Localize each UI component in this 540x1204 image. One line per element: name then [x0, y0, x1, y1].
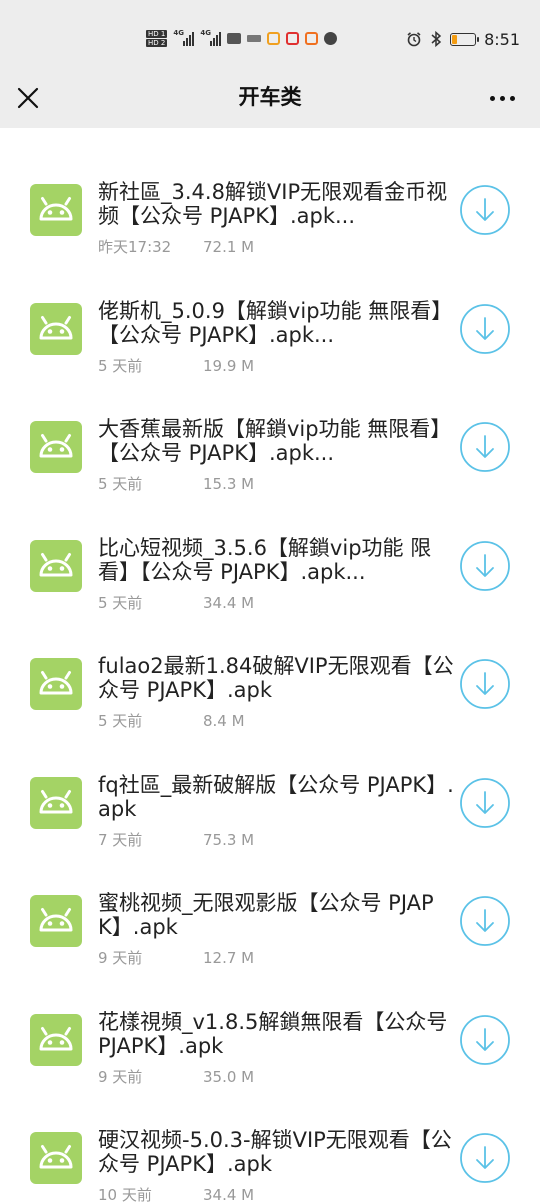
app-notification-icon	[267, 31, 281, 45]
hd2-label: HD 2	[146, 38, 168, 47]
download-button[interactable]	[459, 540, 511, 592]
android-icon	[30, 184, 82, 236]
file-name[interactable]: 硬汉视频-5.0.3-解锁VIP无限观看【公众号 PJAPK】.apk	[98, 1128, 460, 1176]
file-row[interactable]: 蜜桃视频_无限观影版【公众号 PJAPK】.apk 9 天前 12.7 M	[0, 839, 540, 967]
download-button[interactable]	[459, 421, 511, 473]
network2-label: 4G	[200, 29, 211, 37]
file-row[interactable]: 大香蕉最新版【解鎖vip功能 無限看】【公众号 PJAPK】.apk... 5 …	[0, 365, 540, 493]
file-time: 10 天前	[98, 1186, 152, 1204]
download-button[interactable]	[459, 1132, 511, 1184]
file-name[interactable]: 新社區_3.4.8解锁VIP无限观看金币视频【公众号 PJAPK】.apk...	[98, 180, 460, 228]
signal-icon: 4G	[200, 29, 222, 46]
android-icon	[30, 895, 82, 947]
download-icon	[460, 185, 510, 235]
network1-label: 4G	[173, 29, 184, 37]
download-button[interactable]	[459, 184, 511, 236]
chat-icon	[324, 31, 338, 45]
download-button[interactable]	[459, 1014, 511, 1066]
android-icon	[30, 658, 82, 710]
hd1-label: HD 1	[146, 29, 168, 38]
android-icon	[30, 1013, 82, 1066]
download-icon	[460, 659, 510, 709]
download-button[interactable]	[459, 658, 511, 710]
app-notification-icon	[227, 32, 242, 44]
android-icon	[30, 1132, 82, 1184]
android-icon	[30, 302, 82, 355]
file-name[interactable]: 比心短视频_3.5.6【解鎖vip功能 限看】【公众号 PJAPK】.apk..…	[98, 536, 460, 584]
android-icon	[30, 421, 82, 473]
app-notification-icon	[247, 34, 262, 42]
app-notification-icon	[286, 31, 300, 45]
file-name[interactable]: 蜜桃视频_无限观影版【公众号 PJAPK】.apk	[98, 891, 460, 939]
download-icon	[460, 896, 510, 946]
hd-indicator: HD 1 HD 2	[146, 29, 168, 47]
bluetooth-icon	[431, 30, 442, 48]
clock: 8:51	[484, 29, 520, 49]
android-icon	[30, 776, 82, 829]
status-left-icons: HD 1 HD 2 4G 4G	[146, 24, 338, 52]
file-name[interactable]: 佬斯机_5.0.9【解鎖vip功能 無限看】【公众号 PJAPK】.apk...	[98, 299, 460, 347]
download-icon	[460, 422, 510, 472]
file-size: 34.4 M	[203, 1186, 255, 1204]
android-icon	[30, 539, 82, 592]
alarm-icon	[407, 32, 421, 47]
download-icon	[460, 777, 510, 828]
app-notification-icon	[305, 31, 319, 45]
status-bar: HD 1 HD 2 4G 4G 8:51	[0, 0, 540, 72]
download-icon	[460, 540, 510, 591]
file-row[interactable]: fulao2最新1.84破解VIP无限观看【公众号 PJAPK】.apk 5 天…	[0, 602, 540, 730]
more-dot-icon	[500, 95, 505, 101]
file-meta: 10 天前 34.4 M	[98, 1186, 254, 1204]
file-name[interactable]: 花樣視頻_v1.8.5解鎖無限看【公众号 PJAPK】.apk	[98, 1010, 460, 1058]
battery-icon	[450, 32, 480, 46]
download-button[interactable]	[459, 895, 511, 947]
more-options-button[interactable]	[490, 88, 520, 108]
download-button[interactable]	[459, 303, 511, 355]
more-dot-icon	[510, 95, 515, 101]
file-row[interactable]: 新社區_3.4.8解锁VIP无限观看金币视频【公众号 PJAPK】.apk...…	[0, 128, 540, 256]
file-row[interactable]: 比心短视频_3.5.6【解鎖vip功能 限看】【公众号 PJAPK】.apk..…	[0, 484, 540, 612]
file-row[interactable]: 佬斯机_5.0.9【解鎖vip功能 無限看】【公众号 PJAPK】.apk...…	[0, 247, 540, 375]
download-icon	[460, 1014, 510, 1065]
file-row[interactable]: fq社區_最新破解版【公众号 PJAPK】.apk 7 天前 75.3 M	[0, 721, 540, 849]
file-row[interactable]: 硬汉视频-5.0.3-解锁VIP无限观看【公众号 PJAPK】.apk 10 天…	[0, 1076, 540, 1204]
file-name[interactable]: 大香蕉最新版【解鎖vip功能 無限看】【公众号 PJAPK】.apk...	[98, 417, 460, 465]
nav-bar: 开车类	[0, 72, 540, 128]
signal-icon: 4G	[173, 29, 195, 46]
download-icon	[460, 1133, 510, 1183]
file-name[interactable]: fulao2最新1.84破解VIP无限观看【公众号 PJAPK】.apk	[98, 654, 460, 702]
status-right-icons: 8:51	[406, 26, 520, 52]
file-name[interactable]: fq社區_最新破解版【公众号 PJAPK】.apk	[98, 773, 460, 821]
page-title: 开车类	[238, 85, 302, 109]
more-dot-icon	[490, 95, 495, 101]
download-button[interactable]	[459, 777, 511, 829]
file-row[interactable]: 花樣視頻_v1.8.5解鎖無限看【公众号 PJAPK】.apk 9 天前 35.…	[0, 958, 540, 1086]
download-icon	[460, 303, 510, 354]
